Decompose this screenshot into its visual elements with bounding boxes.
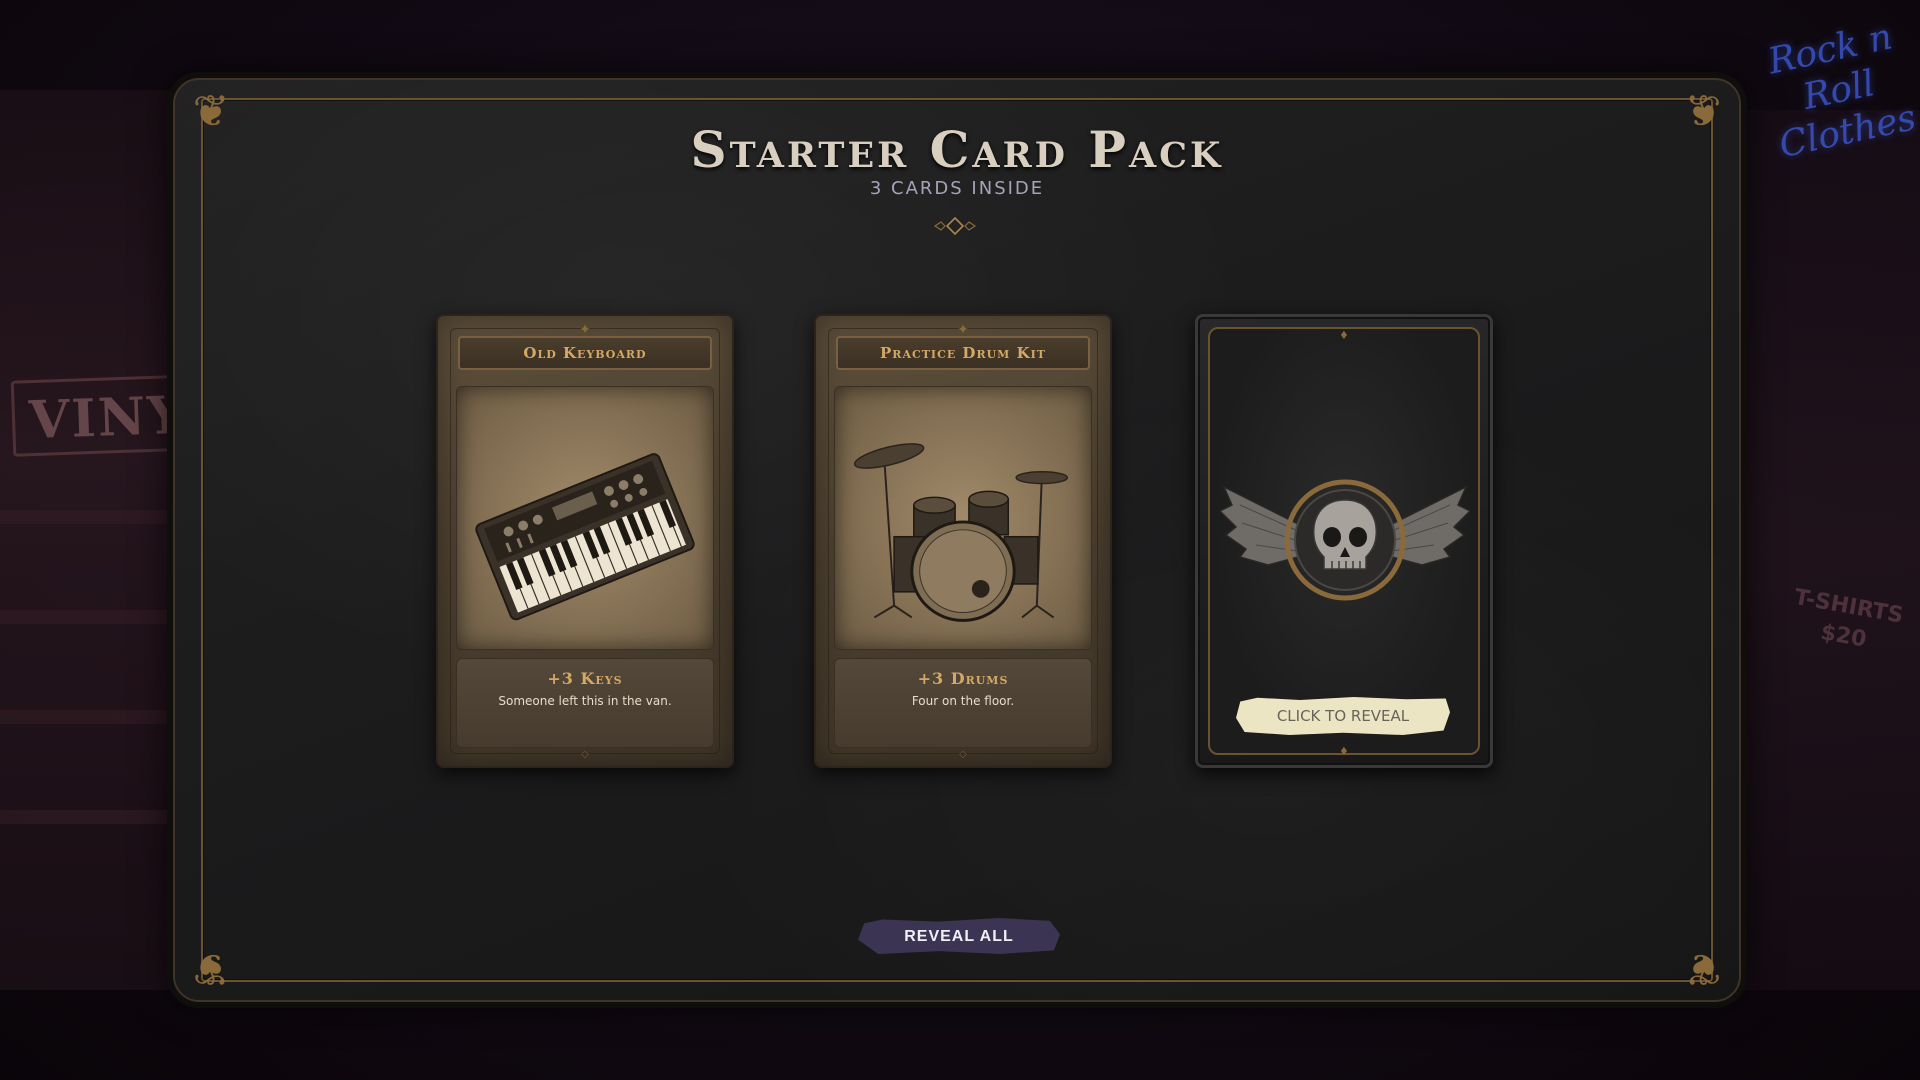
card-unrevealed[interactable]: ♦ CLICK TO REVEAL ♦	[1195, 314, 1493, 768]
pip-ornament-icon: ✦	[579, 321, 591, 337]
card-name: Old Keyboard	[458, 336, 712, 370]
shelf-rack	[0, 510, 175, 524]
vinyl-sign: VINYL	[10, 375, 174, 457]
card-name: Practice Drum Kit	[836, 336, 1090, 370]
corner-ornament-icon: ❦	[1684, 943, 1722, 994]
pack-subtitle: 3 CARDS INSIDE	[869, 178, 1045, 199]
card-stat-box: +3 Keys Someone left this in the van.	[456, 658, 714, 748]
pip-ornament-icon: ✦	[957, 321, 969, 337]
winged-skull-icon	[1220, 479, 1470, 601]
card-description: Someone left this in the van.	[498, 694, 672, 708]
card-pack-panel: ❦ ❦ ❦ ❦ Starter Card Pack 3 CARDS INSIDE…	[173, 78, 1741, 1002]
keyboard-synth-icon	[456, 386, 714, 650]
card-description: Four on the floor.	[911, 694, 1015, 708]
shelf-rack	[0, 610, 175, 624]
card-old-keyboard[interactable]: ✦ Old Keyboard +3 Keys Someone left this…	[436, 314, 734, 768]
record-shelf-left	[0, 90, 175, 990]
drum-kit-icon	[834, 386, 1092, 650]
pip-ornament-icon: ◇	[959, 749, 967, 760]
pip-ornament-icon: ♦	[1340, 326, 1348, 342]
shelf-rack	[0, 810, 175, 824]
card-practice-drum-kit[interactable]: ✦ Practice Drum Kit +3 Drums Four on the…	[814, 314, 1112, 768]
pack-title: Starter Card Pack	[690, 120, 1224, 179]
corner-ornament-icon: ❦	[192, 943, 230, 994]
pip-ornament-icon: ♦	[1340, 742, 1348, 758]
clothes-shelf-right	[1740, 110, 1920, 990]
shelf-rack	[0, 710, 175, 724]
pip-ornament-icon: ◇	[581, 749, 589, 760]
click-to-reveal-label[interactable]: CLICK TO REVEAL	[1236, 697, 1450, 735]
card-stat: +3 Keys	[547, 669, 623, 688]
card-stat: +3 Drums	[917, 669, 1009, 688]
reveal-all-button[interactable]: REVEAL ALL	[858, 918, 1060, 954]
title-divider-ornament-icon	[745, 216, 1165, 236]
card-stat-box: +3 Drums Four on the floor.	[834, 658, 1092, 748]
